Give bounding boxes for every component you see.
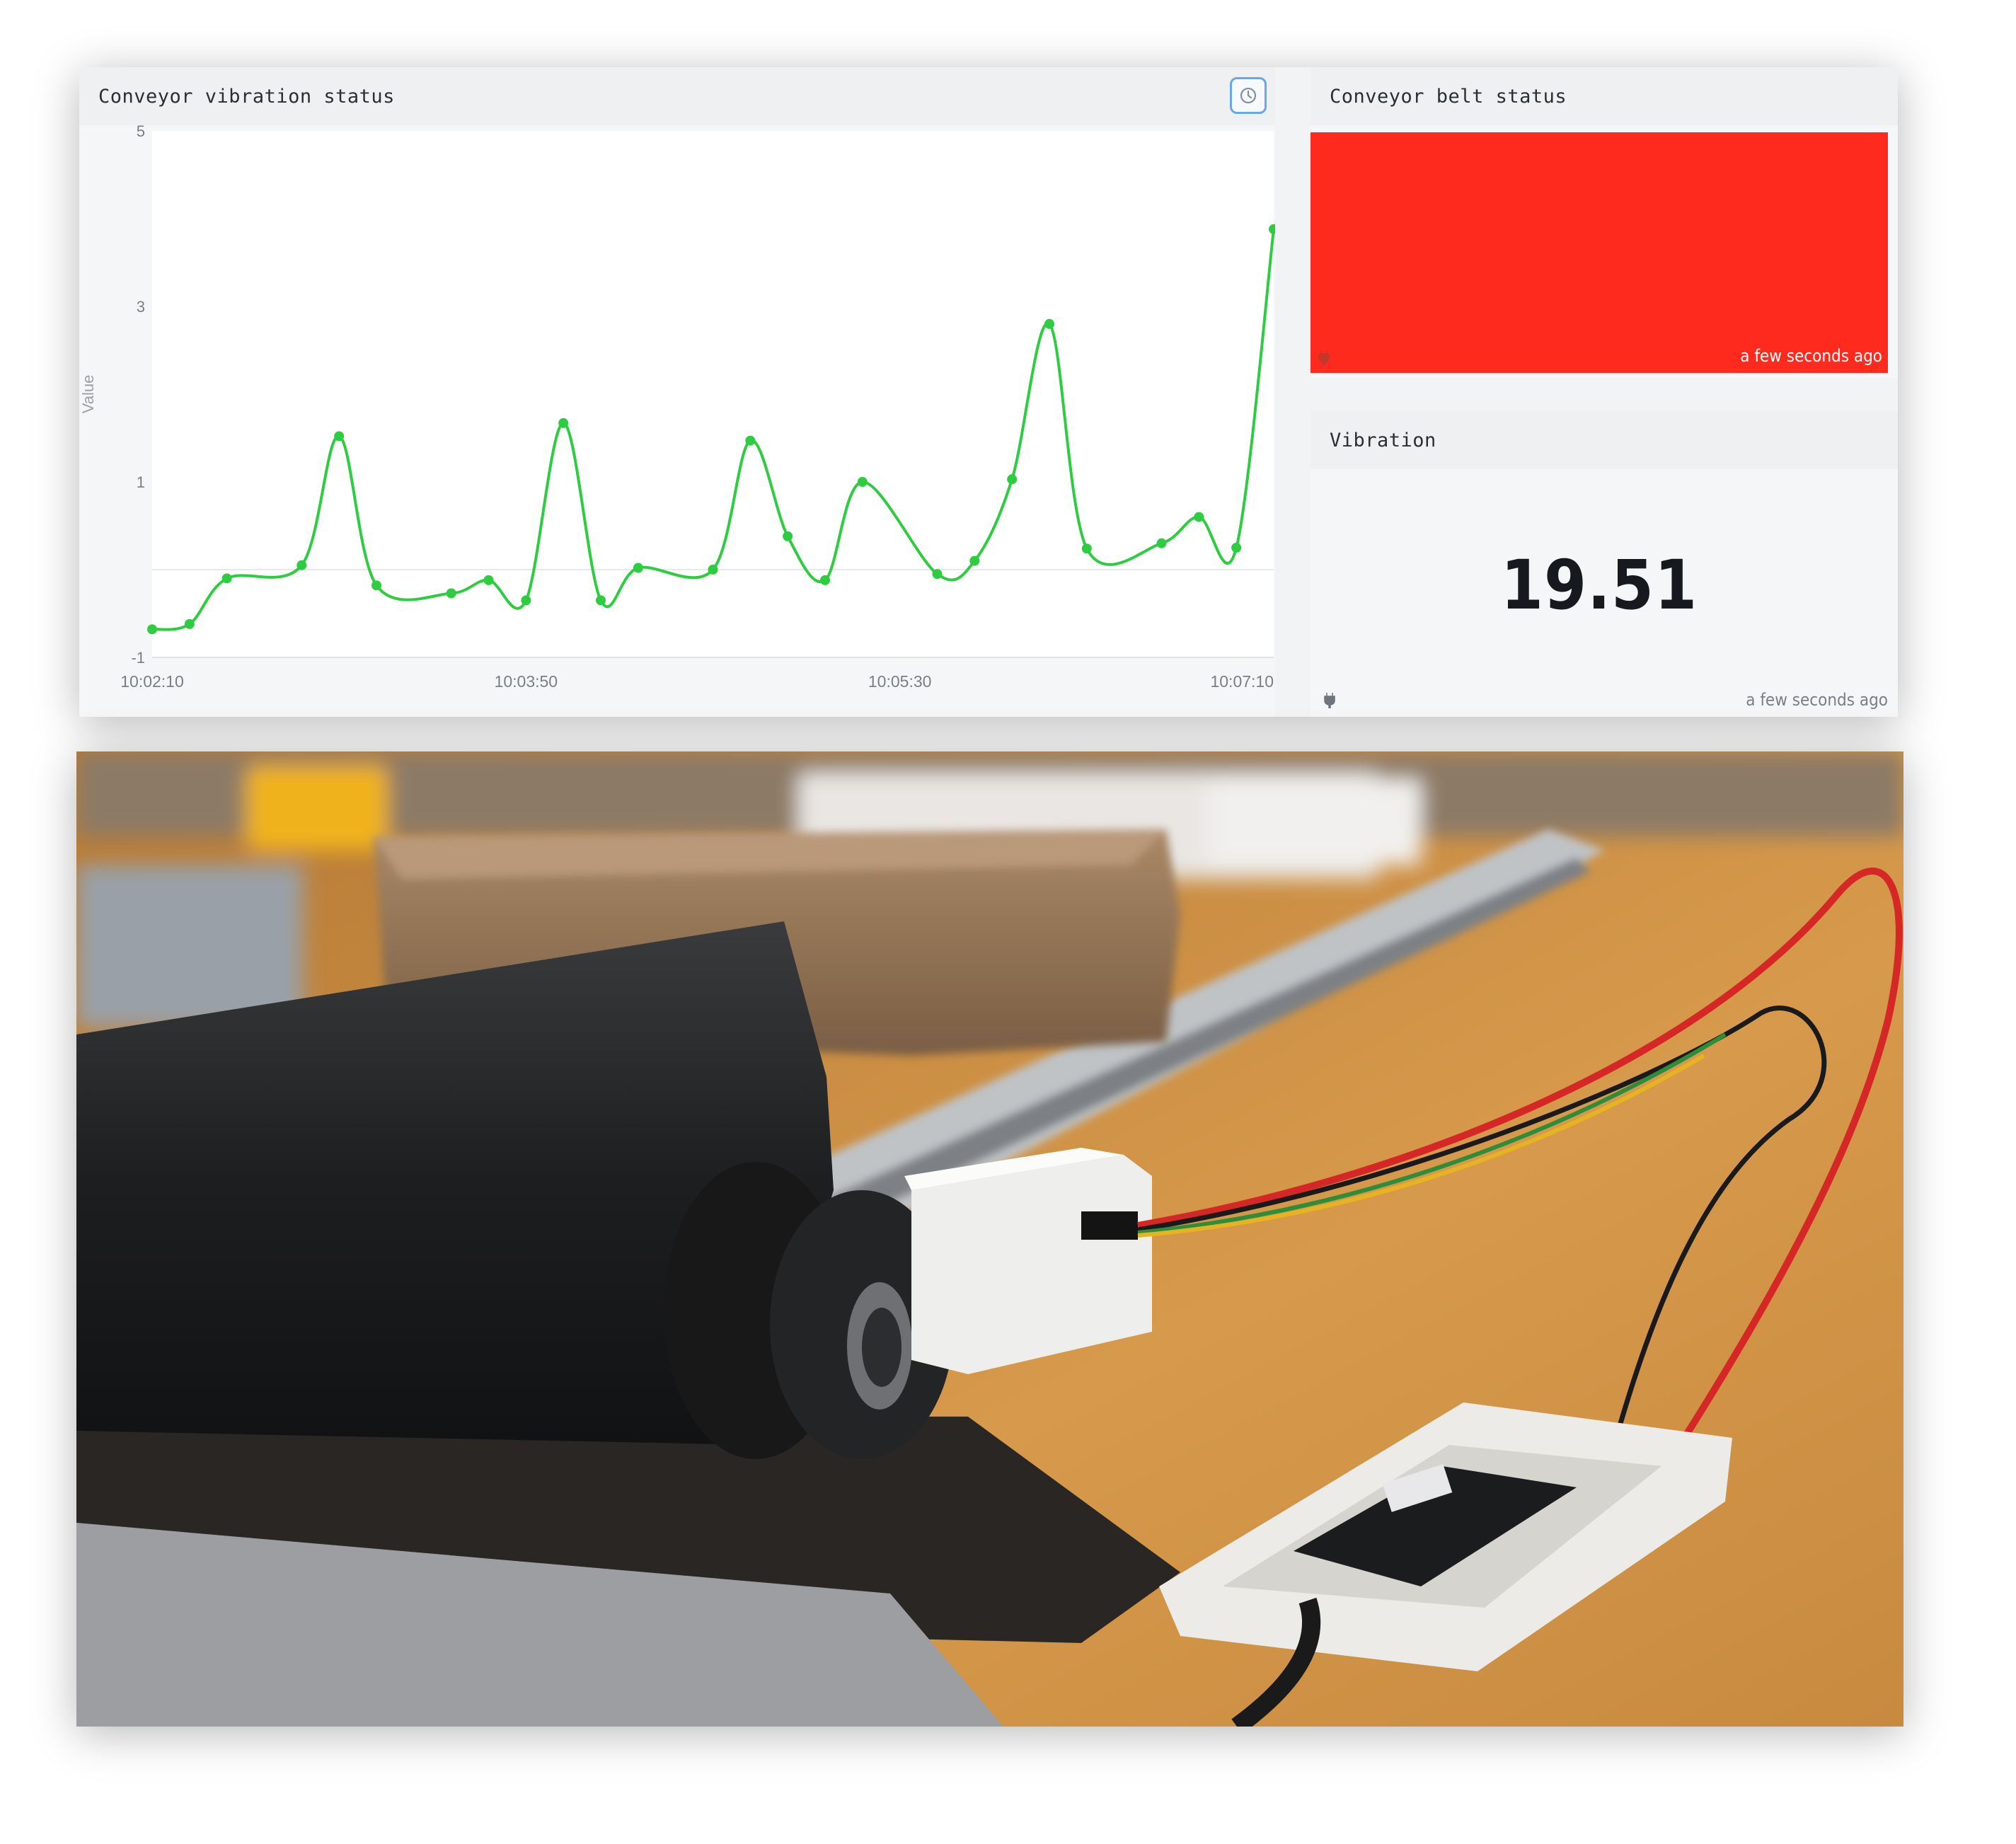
data-point (1194, 512, 1204, 522)
panel-title: Conveyor belt status (1330, 85, 1567, 108)
data-point (820, 575, 830, 585)
plot-area (152, 131, 1274, 657)
clock-icon (1240, 87, 1257, 104)
data-point (745, 435, 756, 446)
x-tick-label: 10:02:10 (120, 672, 184, 691)
conveyor-photo (76, 751, 1903, 1727)
data-point (147, 624, 157, 635)
vibration-value: 19.51 (1500, 546, 1698, 625)
data-point (446, 588, 456, 599)
line-chart: 5 3 1 -1 Value 10:02:10 10:03:50 10:05:30 10:07:… (79, 125, 1275, 691)
panel-header: Conveyor vibration status (79, 67, 1275, 125)
data-point (521, 595, 531, 606)
panel-title: Vibration (1330, 429, 1436, 451)
vibration-chart-panel: Conveyor vibration status 5 3 1 -1 Value 10:0… (79, 67, 1275, 717)
conveyor-sensor-illustration (76, 751, 1903, 1727)
y-axis-label: Value (79, 375, 97, 414)
x-tick-label: 10:05:30 (868, 672, 932, 691)
data-point (1156, 538, 1167, 548)
plug-icon (1318, 350, 1330, 366)
vibration-panel: Vibration 19.51 a few seconds ago (1311, 411, 1898, 717)
data-point (1081, 543, 1092, 554)
belt-status-panel: Conveyor belt status a few seconds ago (1311, 67, 1898, 379)
data-point (633, 563, 643, 573)
y-tick-label: -1 (131, 649, 145, 667)
y-tick-label: 3 (137, 298, 145, 316)
panel-title: Conveyor vibration status (98, 85, 395, 108)
data-point (1231, 543, 1242, 553)
time-range-button[interactable] (1230, 77, 1267, 114)
data-point (932, 569, 943, 580)
data-point (596, 595, 606, 606)
data-point (184, 618, 195, 629)
x-tick-label: 10:07:10 (1210, 672, 1274, 691)
data-point (783, 531, 793, 541)
vibration-updated-time: a few seconds ago (1746, 690, 1888, 710)
data-point (708, 565, 718, 575)
y-tick-label: 1 (137, 473, 145, 491)
data-point (483, 575, 494, 585)
status-updated-time: a few seconds ago (1740, 346, 1882, 366)
panel-header: Conveyor belt status (1311, 67, 1898, 125)
data-point (857, 477, 868, 487)
dashboard: Conveyor vibration status 5 3 1 -1 Value 10:0… (79, 67, 1898, 717)
data-point (371, 580, 381, 591)
data-point (221, 573, 232, 584)
data-point (296, 560, 307, 570)
data-point (334, 431, 345, 442)
x-tick-label: 10:03:50 (495, 672, 558, 691)
vibration-chart: 5 3 1 -1 Value 10:02:10 10:03:50 10:05:30 10:07:… (79, 125, 1275, 717)
data-point (969, 555, 980, 566)
plug-icon (1324, 693, 1335, 708)
data-point (1007, 474, 1018, 485)
data-point (1044, 318, 1054, 329)
y-tick-label: 5 (137, 125, 145, 140)
data-point (558, 417, 569, 428)
status-indicator: a few seconds ago (1311, 132, 1888, 373)
panel-header: Vibration (1311, 411, 1898, 469)
